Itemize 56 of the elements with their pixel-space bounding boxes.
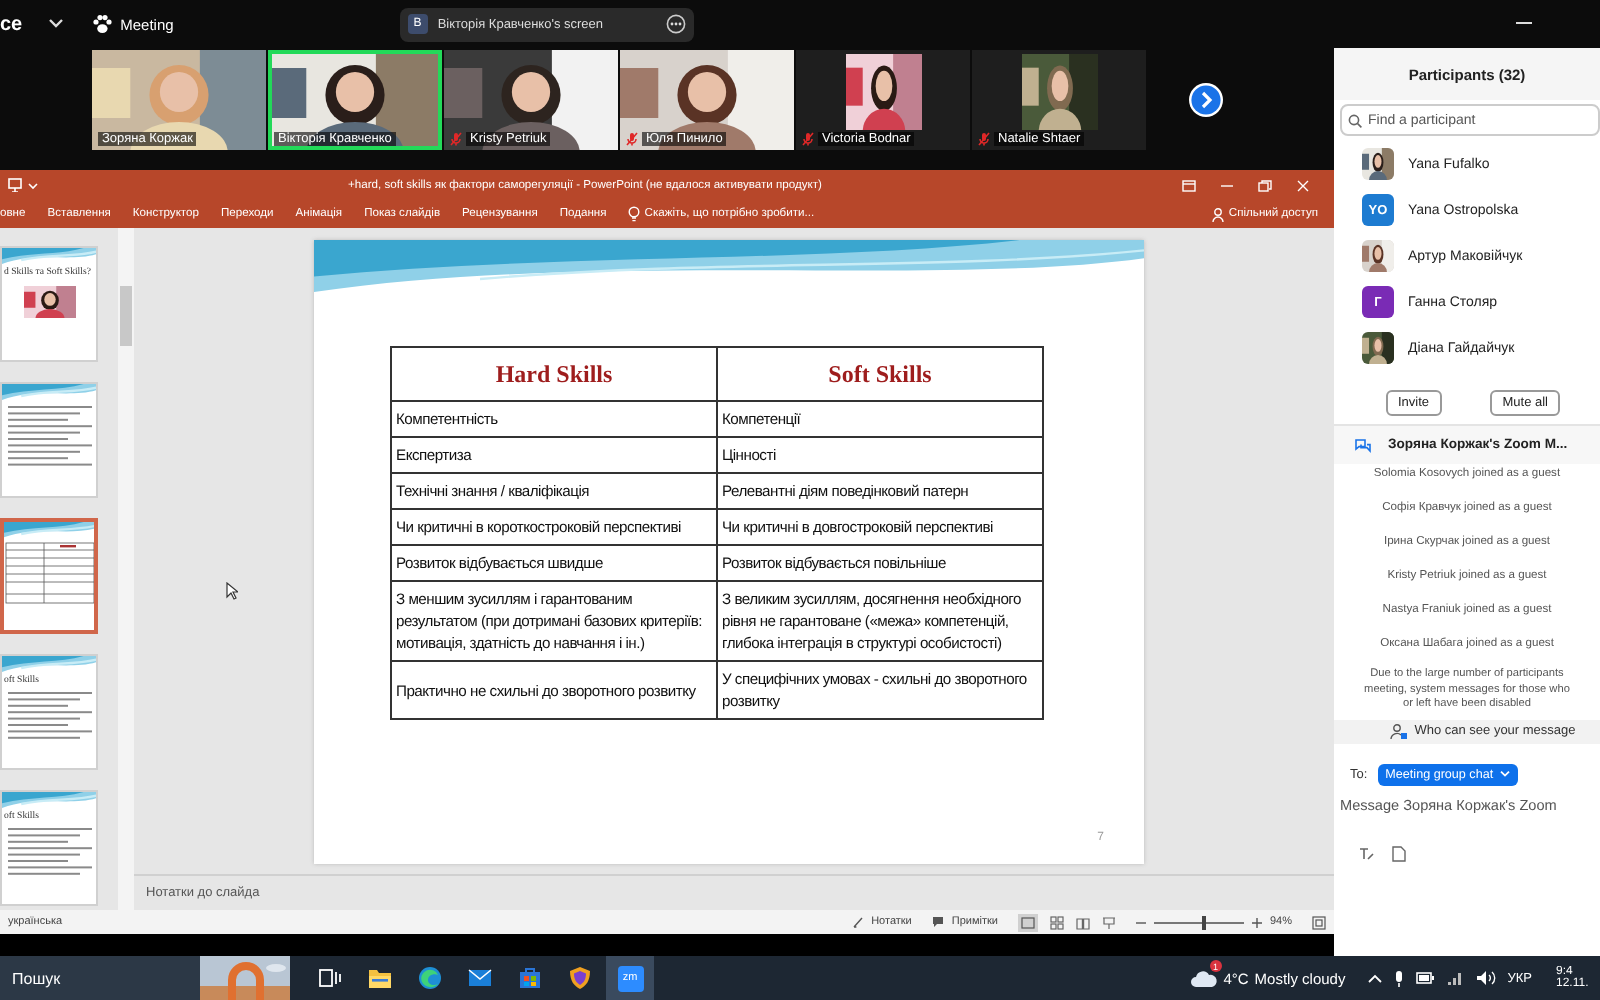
microphone-icon[interactable] (1393, 969, 1404, 987)
wave-drawing (2, 248, 96, 264)
scrollbar[interactable] (118, 228, 134, 910)
scrollbar-thumb[interactable] (120, 286, 132, 346)
caret-icon (1499, 770, 1510, 779)
wave-drawing (4, 522, 94, 538)
wave-drawing (2, 384, 96, 400)
shield-icon (568, 966, 592, 990)
speaker-icon[interactable] (1475, 970, 1496, 986)
chat-icon (1354, 437, 1372, 453)
browser-icon (418, 966, 442, 990)
caret-icon[interactable] (48, 18, 65, 30)
slideshow-icon[interactable] (1101, 915, 1116, 929)
network-icon[interactable] (1445, 970, 1464, 986)
restore-icon[interactable] (1258, 179, 1272, 191)
file-icon[interactable] (1392, 845, 1406, 862)
more-icon[interactable] (665, 14, 686, 34)
presenter-icon[interactable] (8, 178, 22, 192)
search-field[interactable]: Пошук (0, 956, 200, 1000)
plus-icon[interactable] (1251, 917, 1262, 927)
minimize-icon[interactable] (1516, 22, 1532, 26)
table-drawing (4, 542, 94, 604)
slide-thumbnail[interactable] (0, 382, 98, 498)
cloud-icon[interactable] (1189, 968, 1218, 988)
next-button[interactable] (1188, 82, 1224, 118)
battery-icon[interactable] (1415, 972, 1434, 984)
fit-slide-icon[interactable] (1312, 915, 1326, 929)
ribbon-options-icon[interactable] (1182, 179, 1196, 191)
person-icon (1212, 207, 1225, 221)
slide-thumbnail[interactable] (0, 518, 98, 634)
minus-icon[interactable] (1135, 917, 1146, 927)
task-view-icon (318, 966, 342, 990)
notes-icon (851, 916, 864, 928)
text-lines-drawing (3, 690, 95, 744)
mail-icon (468, 966, 492, 990)
folder-icon (368, 966, 392, 990)
wave-drawing (2, 656, 96, 672)
format-icon[interactable] (1358, 845, 1374, 862)
slide-sorter-icon[interactable] (1049, 915, 1064, 929)
app-title: ce (0, 13, 23, 35)
reading-view-icon[interactable] (1075, 915, 1090, 929)
text-lines-drawing (3, 404, 95, 470)
slider-thumb[interactable] (1201, 915, 1206, 929)
store-icon (518, 966, 542, 990)
comment-icon (931, 916, 944, 928)
cursor-icon (226, 582, 238, 600)
wave-drawing (2, 792, 96, 808)
column-header: Soft Skills (717, 347, 1043, 401)
person-lock-icon (1390, 723, 1409, 740)
close-icon[interactable] (1296, 179, 1310, 191)
normal-view-icon[interactable] (1017, 913, 1038, 931)
column-header: Hard Skills (391, 347, 717, 401)
search-icon (1348, 114, 1362, 128)
paw-icon (92, 14, 113, 34)
lightbulb-icon (628, 206, 641, 222)
text-lines-drawing (3, 826, 95, 880)
